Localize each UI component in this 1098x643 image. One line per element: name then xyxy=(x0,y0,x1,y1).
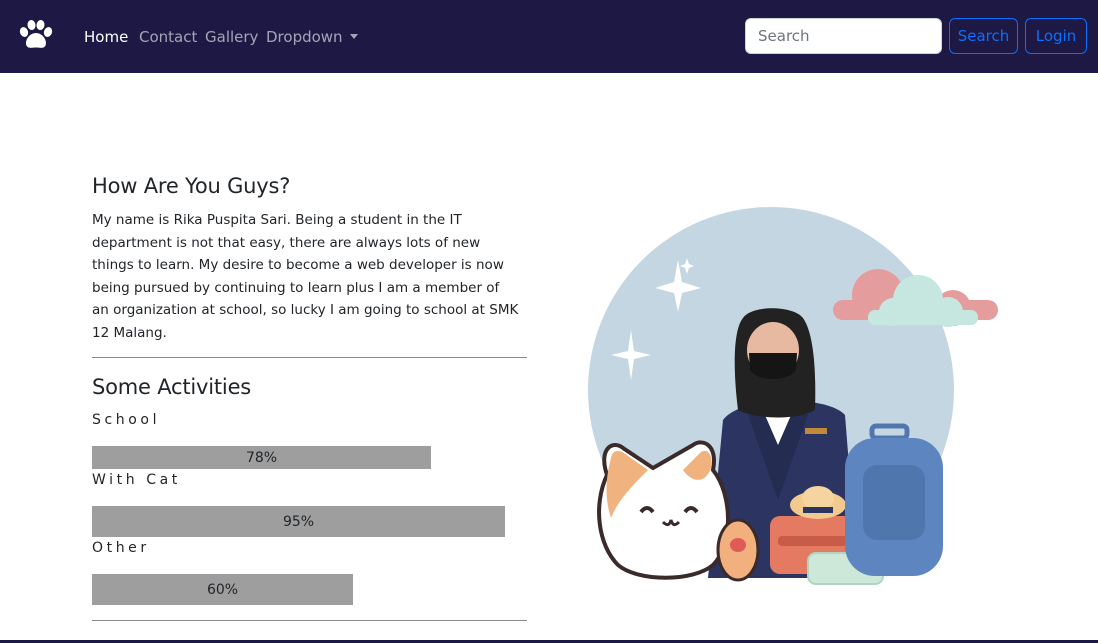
profile-illustration xyxy=(588,207,998,585)
activity-label-school: School xyxy=(92,412,161,428)
navbar: Home Contact Gallery Dropdown Search Log… xyxy=(0,0,1098,73)
progress-bar-with-cat: 95% xyxy=(92,506,527,537)
caret-down-icon xyxy=(349,34,358,39)
activity-label-with-cat: With Cat xyxy=(92,472,181,488)
divider xyxy=(92,357,527,358)
search-button[interactable]: Search xyxy=(949,18,1018,54)
activities-title: Some Activities xyxy=(92,375,252,399)
login-button[interactable]: Login xyxy=(1025,18,1087,54)
progress-fill-with-cat: 95% xyxy=(92,506,505,537)
nav-gallery[interactable]: Gallery xyxy=(205,27,258,47)
intro-title: How Are You Guys? xyxy=(92,174,291,198)
progress-fill-school: 78% xyxy=(92,446,431,469)
activity-label-other: Other xyxy=(92,540,150,556)
search-input[interactable] xyxy=(745,18,942,54)
nav-dropdown[interactable]: Dropdown xyxy=(266,27,358,47)
nav-contact[interactable]: Contact xyxy=(139,27,197,47)
progress-fill-other: 60% xyxy=(92,574,353,605)
paw-icon[interactable] xyxy=(17,19,55,51)
nav-dropdown-label: Dropdown xyxy=(266,28,343,46)
progress-bar-other: 60% xyxy=(92,574,527,605)
divider-bottom xyxy=(92,620,527,621)
intro-text: My name is Rika Puspita Sari. Being a st… xyxy=(92,212,519,341)
progress-bar-school: 78% xyxy=(92,446,527,469)
nav-home[interactable]: Home xyxy=(84,27,128,47)
